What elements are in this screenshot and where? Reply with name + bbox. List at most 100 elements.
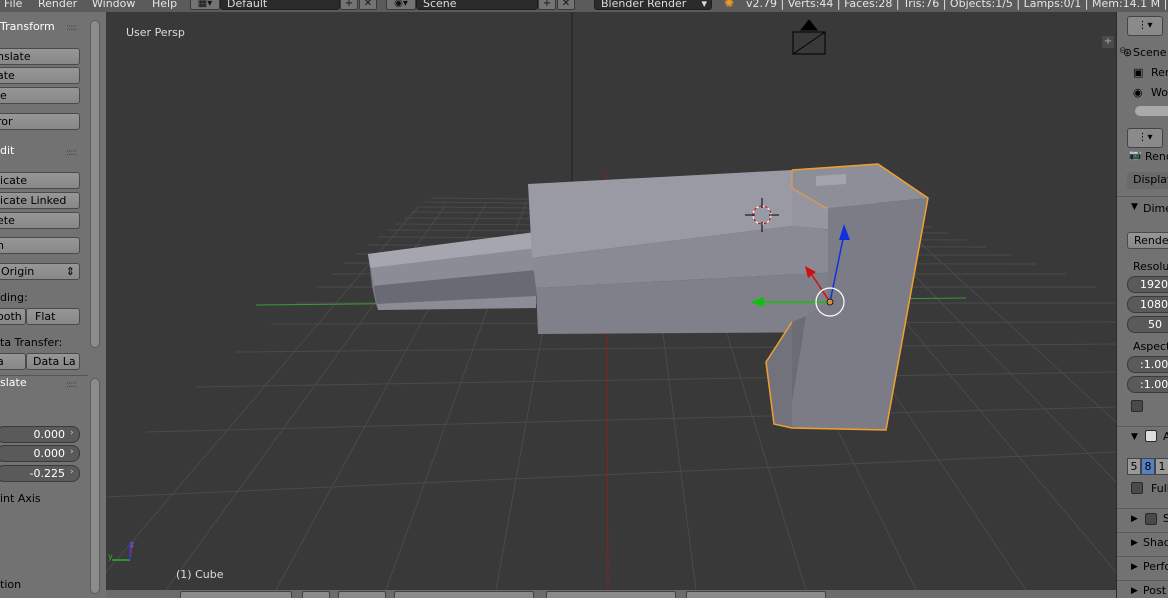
panel-divider bbox=[1117, 196, 1168, 197]
mirror-button[interactable]: ror bbox=[0, 113, 80, 130]
data-layout-button[interactable]: Data La bbox=[26, 353, 80, 370]
panel-divider bbox=[1117, 508, 1168, 509]
panel-expand-icon[interactable]: ▼ bbox=[1131, 432, 1138, 442]
edit-panel-header[interactable]: dit bbox=[0, 144, 14, 157]
camera-render-icon: 📷 bbox=[1129, 150, 1142, 161]
editor-type-icon[interactable]: ⋮▾ bbox=[1127, 16, 1163, 36]
scale-button[interactable]: le bbox=[0, 87, 80, 104]
shading-panel-header[interactable]: Shad bbox=[1143, 536, 1168, 549]
panel-collapse-icon[interactable]: ▶ bbox=[1131, 538, 1138, 548]
translate-operator-header[interactable]: slate bbox=[0, 376, 27, 389]
add-scene-icon[interactable]: + bbox=[538, 0, 556, 10]
panel-collapse-icon[interactable]: ▶ bbox=[1131, 586, 1138, 596]
antialiasing-checkbox[interactable] bbox=[1145, 430, 1157, 442]
full-sample-checkbox[interactable] bbox=[1131, 482, 1143, 494]
aa-samples-5[interactable]: 5 bbox=[1127, 458, 1141, 475]
aspect-x-field[interactable]: :1.00 bbox=[1127, 356, 1168, 373]
outliner-item-scene[interactable]: Scene bbox=[1133, 46, 1167, 59]
resolution-x-field[interactable]: 1920 bbox=[1127, 276, 1168, 293]
aspect-y-field[interactable]: :1.00 bbox=[1127, 376, 1168, 393]
vector-z-field[interactable]: -0.225 bbox=[0, 465, 80, 482]
remove-scene-icon[interactable]: ✕ bbox=[557, 0, 575, 10]
border-checkbox[interactable] bbox=[1131, 400, 1143, 412]
panel-grip-icon[interactable]: ::::: bbox=[66, 148, 77, 158]
menu-window[interactable]: Window bbox=[92, 0, 135, 10]
duplicate-button[interactable]: licate bbox=[0, 172, 80, 189]
rotate-button[interactable]: ate bbox=[0, 67, 80, 84]
viewport-header bbox=[106, 590, 1116, 598]
orientation-label: tion bbox=[0, 578, 22, 591]
layer-buttons[interactable] bbox=[546, 591, 676, 598]
aspect-y-value: :1.00 bbox=[1140, 378, 1168, 391]
antialiasing-panel-header[interactable]: A bbox=[1163, 430, 1168, 443]
transform-panel-header[interactable]: Transform bbox=[0, 20, 55, 33]
chevron-down-icon: ▾ bbox=[701, 0, 707, 10]
add-screen-icon[interactable]: + bbox=[340, 0, 358, 10]
aa-samples-8[interactable]: 8 bbox=[1141, 458, 1155, 475]
outliner-item-renderlayers[interactable]: Ren bbox=[1151, 66, 1168, 79]
shade-smooth-button[interactable]: ooth bbox=[0, 308, 26, 325]
active-object-label: (1) Cube bbox=[176, 568, 224, 581]
render-tab-label[interactable]: Rend bbox=[1145, 150, 1168, 163]
menu-help[interactable]: Help bbox=[152, 0, 177, 10]
snap-tools[interactable] bbox=[686, 591, 826, 598]
outliner-item-world[interactable]: Wo bbox=[1151, 86, 1168, 99]
pivot-selector[interactable] bbox=[338, 591, 386, 598]
properties-toggle-icon[interactable]: + bbox=[1102, 36, 1114, 48]
post-processing-panel-header[interactable]: Post bbox=[1143, 584, 1166, 597]
join-button[interactable]: n bbox=[0, 237, 80, 254]
sampled-motion-blur-checkbox[interactable] bbox=[1145, 513, 1157, 525]
sampled-motion-blur-header[interactable]: S bbox=[1163, 512, 1168, 525]
scene-selector[interactable]: ◉▾ bbox=[386, 0, 416, 10]
outliner[interactable]: ⋮▾ ⊖ ⊛ Scene ▣ Ren ◉ Wo bbox=[1116, 12, 1168, 124]
manipulator-toggles[interactable] bbox=[394, 591, 534, 598]
data-transfer-label: ta Transfer: bbox=[0, 336, 63, 349]
operator-scrollbar[interactable] bbox=[90, 378, 100, 594]
constraint-axis-label: int Axis bbox=[0, 492, 41, 505]
duplicate-linked-button[interactable]: licate Linked bbox=[0, 192, 80, 209]
resolution-x-value: 1920 bbox=[1140, 278, 1168, 291]
resolution-y-field[interactable]: 1080 bbox=[1127, 296, 1168, 313]
resolution-percent-value: 50 bbox=[1148, 318, 1162, 331]
panel-collapse-icon[interactable]: ▶ bbox=[1131, 514, 1138, 524]
panel-expand-icon[interactable]: ▼ bbox=[1131, 202, 1138, 212]
viewport-shading-selector[interactable] bbox=[302, 591, 330, 598]
menu-render[interactable]: Render bbox=[38, 0, 77, 10]
shade-flat-button[interactable]: Flat bbox=[26, 308, 80, 325]
menu-file[interactable]: File bbox=[4, 0, 22, 10]
data-transfer-button[interactable]: a bbox=[0, 353, 26, 370]
remove-screen-icon[interactable]: ✕ bbox=[359, 0, 377, 10]
properties-editor[interactable]: ⋮▾ 📷 Rend Display ▼ Dime Render Resolut … bbox=[1116, 124, 1168, 598]
render-engine-dropdown[interactable]: Blender Render ▾ bbox=[594, 0, 712, 10]
view-name-label: User Persp bbox=[126, 26, 185, 39]
editor-type-icon[interactable]: ⋮▾ bbox=[1127, 128, 1163, 148]
z-axis-label: z bbox=[130, 540, 135, 549]
set-origin-label: Origin bbox=[1, 265, 35, 278]
screen-layout-field[interactable]: Default bbox=[220, 0, 340, 10]
dimensions-panel-header[interactable]: Dime bbox=[1143, 202, 1168, 215]
render-presets-dropdown[interactable]: Render bbox=[1127, 232, 1168, 249]
set-origin-dropdown[interactable]: Origin ⇕ bbox=[0, 263, 80, 280]
3d-viewport[interactable]: User Persp (1) Cube z y + bbox=[106, 12, 1116, 590]
panel-grip-icon[interactable]: ::::: bbox=[66, 380, 77, 390]
toolshelf-scrollbar[interactable] bbox=[90, 20, 100, 348]
scene-field[interactable]: Scene bbox=[416, 0, 538, 10]
chevron-right-icon: › bbox=[70, 447, 74, 457]
performance-panel-header[interactable]: Perfo bbox=[1143, 560, 1168, 573]
mesh-barrel bbox=[368, 232, 536, 310]
screen-layout-selector[interactable]: ▦▾ bbox=[190, 0, 220, 10]
delete-button[interactable]: ete bbox=[0, 212, 80, 229]
world-icon: ◉ bbox=[1133, 86, 1143, 99]
panel-grip-icon[interactable]: ::::: bbox=[66, 23, 77, 33]
resolution-percent-field[interactable]: 50 bbox=[1127, 316, 1168, 333]
outliner-scrollbar[interactable] bbox=[1135, 106, 1168, 116]
vector-y-field[interactable]: 0.000 bbox=[0, 445, 80, 462]
translate-button[interactable]: nslate bbox=[0, 48, 80, 65]
chevron-right-icon: › bbox=[70, 428, 74, 438]
vector-x-field[interactable]: 0.000 bbox=[0, 426, 80, 443]
panel-collapse-icon[interactable]: ▶ bbox=[1131, 562, 1138, 572]
display-dropdown[interactable]: Display bbox=[1127, 172, 1168, 189]
mode-selector[interactable] bbox=[180, 591, 292, 598]
aa-samples-11[interactable]: 1 bbox=[1155, 458, 1168, 475]
resolution-y-value: 1080 bbox=[1140, 298, 1168, 311]
